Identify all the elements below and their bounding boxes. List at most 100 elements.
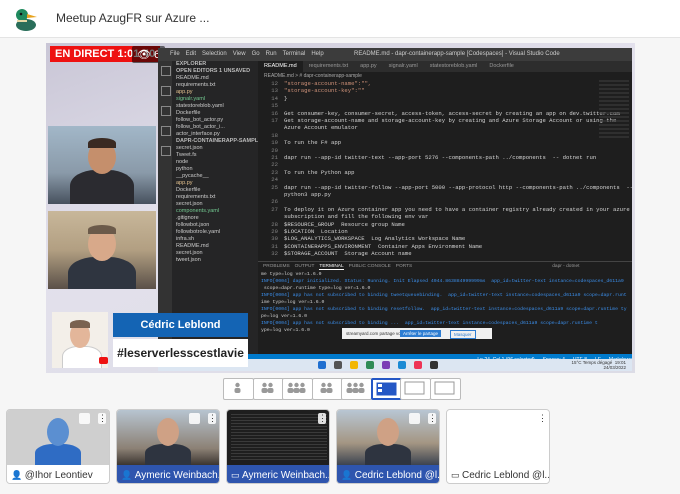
layout-group-plus-icon — [346, 382, 365, 393]
participant-tile[interactable]: ⋮ 👤 Aymeric Weinbach... — [116, 409, 220, 484]
participant-tiles: ⋮ 👤 @Ihor Leontiev ⋮ 👤 Aymeric Weinbach... ⋮… — [6, 409, 551, 485]
terminal-tabs: PROBLEMS OUTPUT TERMINAL PUBLIC CONSOLE PORT… — [258, 262, 632, 271]
explorer-item: OPEN EDITORS 1 UNSAVED — [176, 68, 251, 74]
layout-group-wide-button[interactable] — [311, 378, 343, 400]
layout-group-plus-button[interactable] — [341, 378, 372, 400]
code-line: dapr run --app-id twitter-follow --app-p… — [284, 183, 632, 191]
explorer-item: infra.sh — [176, 236, 195, 242]
explorer-item: app.py — [176, 89, 193, 95]
terminal-line: INFO[0004] app has not subscribed to bin… — [261, 321, 598, 326]
layout-screen-share-active-button[interactable] — [370, 378, 402, 400]
person-icon: 👤 — [341, 470, 355, 480]
code-line: subscription and fill the following env … — [284, 213, 429, 221]
layout-screen-share-button[interactable] — [400, 378, 431, 400]
participant-tile[interactable]: ⋮ 👤 @Ihor Leontiev — [6, 409, 110, 484]
more-options-icon[interactable]: ⋮ — [318, 413, 327, 424]
participant-name: ▭ Cedric Leblond @l... — [447, 465, 550, 483]
person-head — [157, 418, 179, 446]
person-head — [377, 418, 399, 446]
layout-screen-share-wide-button[interactable] — [429, 378, 461, 400]
terminal-line: scope=dapr.runtime type=log ver=1.6.0 — [261, 286, 371, 291]
explorer-item: components.yaml — [176, 208, 220, 214]
vscode-explorer: EXPLORER OPEN EDITORS 1 UNSAVED README.md… — [172, 61, 258, 354]
screen-share-icon: ▭ — [231, 470, 243, 480]
camera-feed-2 — [48, 211, 156, 289]
terminal-line: ime type=log ver=1.6.0 — [261, 300, 325, 305]
code-line: To deploy it on Azure container app you … — [284, 205, 630, 213]
code-line: } — [284, 94, 288, 102]
code-line: Azure Account emulator — [284, 124, 358, 132]
line-number: 16 — [271, 109, 278, 117]
microphone-icon[interactable] — [189, 413, 200, 424]
start-icon — [318, 361, 326, 369]
minimap — [599, 80, 629, 140]
layout-toolbar — [223, 378, 461, 400]
explorer-item: README.md — [176, 75, 209, 81]
vscode-activity-bar — [158, 61, 172, 354]
clock-date: 24/03/2022 — [603, 365, 626, 370]
explorer-item: secret.json — [176, 250, 203, 256]
participant-tile[interactable]: ⋮ ▭ Aymeric Weinbach... — [226, 409, 330, 484]
editor-tab: statestoreblob.yaml — [429, 63, 478, 69]
photo-body — [62, 346, 102, 368]
explorer-item: secret.json — [176, 145, 203, 151]
code-line: "storage-account-key":"" — [284, 87, 365, 95]
code-area: 12 "storage-account-name":"", 13 "storage-a… — [258, 80, 632, 261]
explorer-item: python — [176, 166, 193, 172]
microphone-icon[interactable] — [409, 413, 420, 424]
lower-third-overlay: Cédric Leblond #leserverlesscestlavie — [52, 312, 248, 368]
more-options-icon[interactable]: ⋮ — [428, 413, 437, 424]
participant-name-text: Cedric Leblond @l... — [462, 470, 550, 481]
menu-item: Selection — [202, 51, 227, 57]
line-number: 13 — [271, 87, 278, 95]
app-icon — [414, 361, 422, 369]
participant-name: ▭ Aymeric Weinbach... — [227, 465, 329, 483]
code-line: To run the F# app — [284, 139, 342, 147]
code-line: $LOCATION Location — [284, 228, 348, 235]
microphone-icon[interactable] — [79, 413, 90, 424]
terminal-panel: PROBLEMS OUTPUT TERMINAL PUBLIC CONSOLE PORT… — [258, 261, 632, 355]
menu-item: File — [170, 51, 180, 57]
explorer-item: requirements.txt — [176, 194, 216, 200]
layout-group-button[interactable] — [252, 378, 284, 400]
code-line: dapr run --app-id twitter-text --app-por… — [284, 154, 597, 161]
layout-leader-button[interactable] — [282, 378, 313, 400]
explorer-item: requirements.txt — [176, 82, 216, 88]
camera-preview — [117, 410, 219, 466]
layout-group-wide-icon — [320, 382, 332, 393]
screen-thumbnail — [231, 414, 327, 461]
extensions-icon — [161, 146, 171, 156]
participant-tile[interactable]: ⋮ 👤 Cedric Leblond @l... — [336, 409, 440, 484]
person-body — [68, 257, 136, 289]
person-body — [70, 170, 134, 204]
search-icon — [161, 86, 171, 96]
line-number: 29 — [271, 228, 278, 235]
explorer-item: secret.json — [176, 201, 203, 207]
more-options-icon[interactable]: ⋮ — [98, 413, 107, 424]
layout-single-button[interactable] — [223, 378, 254, 400]
terminal-line: INFO[0004] app has not subscribed to bin… — [261, 307, 627, 312]
vscode-window-title: README.md - dapr-containerapp-sample [Co… — [354, 51, 560, 57]
terminal-line: INFO[0004] dapr initialized. Status: Run… — [261, 279, 624, 284]
terminal-tab: OUTPUT — [294, 264, 315, 269]
terminal-tab: PROBLEMS — [263, 264, 290, 269]
terminal-tab: PORTS — [395, 264, 413, 269]
explorer-item: follow_bot_actor_i... — [176, 124, 225, 130]
folder-icon — [350, 361, 358, 369]
layout-leader-icon — [287, 382, 306, 393]
terminal-process: dapr - dotnet — [552, 264, 580, 269]
participant-tile[interactable]: ⋮ ▭ Cedric Leblond @l... — [446, 409, 550, 484]
menu-item: Terminal — [282, 51, 306, 57]
explorer-item: followbot.json — [176, 222, 210, 228]
more-options-icon[interactable]: ⋮ — [208, 413, 217, 424]
code-line: python3 app.py — [284, 191, 331, 198]
more-options-icon[interactable]: ⋮ — [538, 413, 547, 424]
person-body — [35, 444, 81, 466]
line-number: 21 — [271, 154, 278, 161]
stop-sharing-button: Arrêter le partage — [400, 330, 442, 337]
camera-feed-1 — [48, 126, 156, 204]
explorer-item: Tweet.fs — [176, 152, 197, 158]
terminal-icon — [430, 361, 438, 369]
vscode-editor: README.md requirements.txt app.py signalr.y… — [258, 61, 632, 355]
line-number: 14 — [271, 94, 278, 102]
